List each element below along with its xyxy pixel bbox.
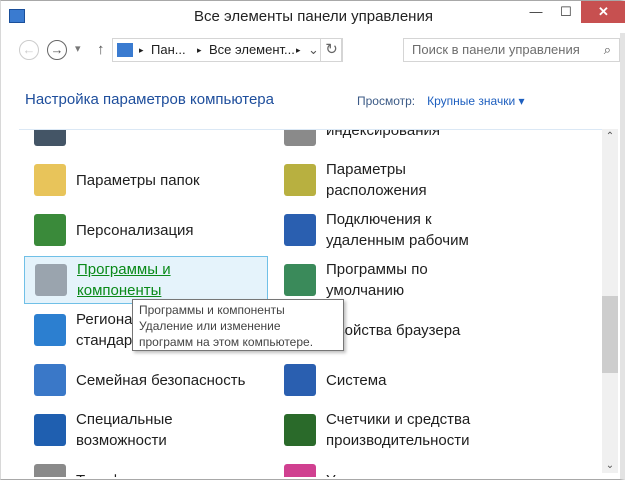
search-icon[interactable]: ⌕: [604, 39, 611, 61]
item-phone[interactable]: Телефон и модем: [24, 456, 268, 477]
item-accessibility[interactable]: Специальные возможности: [24, 406, 268, 454]
up-button[interactable]: ↑: [97, 41, 105, 58]
breadcrumb-separator: ▸: [197, 45, 202, 55]
item-family[interactable]: Семейная безопасность: [24, 356, 268, 404]
item-system[interactable]: Система: [274, 356, 518, 404]
tooltip-title: Программы и компоненты: [139, 303, 285, 317]
window: Все элементы панели управления — ☐ ✕ ← →…: [0, 0, 625, 480]
title-bar: Все элементы панели управления — ☐ ✕: [1, 1, 625, 33]
minimize-button[interactable]: —: [521, 1, 551, 23]
close-button[interactable]: ✕: [581, 1, 625, 23]
forward-button[interactable]: →: [47, 40, 67, 60]
breadcrumb-item[interactable]: Пан...: [151, 39, 186, 61]
tooltip-description: Удаление или изменение программ на этом …: [139, 319, 314, 349]
performance-icon: [284, 414, 316, 446]
item-location[interactable]: Параметры расположения: [274, 156, 518, 204]
maximize-button[interactable]: ☐: [551, 1, 581, 23]
back-button[interactable]: ←: [19, 40, 39, 60]
item-label: Семейная безопасность: [76, 371, 246, 389]
item-label: Параметры папок: [76, 171, 200, 189]
item-folder[interactable]: Параметры папок: [24, 156, 268, 204]
default-programs-icon: [284, 264, 316, 296]
item-color[interactable]: Управление цветом: [274, 456, 518, 477]
item-label: Параметры расположения: [326, 161, 427, 199]
view-selector: Просмотр: Крупные значки ▾: [357, 94, 525, 108]
item-label: Счетчики и средства производительности: [326, 411, 471, 449]
item-label: Система: [326, 371, 387, 389]
item-personalization[interactable]: Персонализация: [24, 206, 268, 254]
folder-icon: [34, 164, 66, 196]
item-remote-desktop[interactable]: Подключения к удаленным рабочим: [274, 206, 518, 254]
scrollbar[interactable]: ⌃ ⌄: [602, 129, 618, 473]
scroll-up-button[interactable]: ⌃: [602, 131, 618, 142]
breadcrumb-separator: ▸: [139, 45, 144, 55]
breadcrumb-separator: ▸: [296, 45, 301, 55]
item-programs[interactable]: Программы и компоненты: [24, 256, 268, 304]
page-title: Настройка параметров компьютера: [25, 91, 274, 108]
phone-icon: [34, 464, 66, 477]
remote-desktop-icon: [284, 214, 316, 246]
system-icon: [284, 364, 316, 396]
item-performance[interactable]: Счетчики и средства производительности: [274, 406, 518, 454]
color-icon: [284, 464, 316, 477]
breadcrumb-item[interactable]: Все элемент...: [209, 39, 295, 61]
partial-icon: [34, 130, 66, 146]
navigation-bar: ← → ▾ ↑ ▸ Пан... ▸ Все элемент... ▸ ⌄ ↻ …: [15, 36, 620, 64]
globe-clock-icon: [34, 314, 66, 346]
family-icon: [34, 364, 66, 396]
item-label: Программы по умолчанию: [326, 261, 428, 299]
item-label: индексирования: [326, 129, 440, 139]
view-dropdown[interactable]: Крупные значки ▾: [427, 94, 524, 108]
item-label: Управление цветом: [326, 470, 463, 478]
item-partial[interactable]: [24, 130, 268, 154]
indexing-icon: [284, 130, 316, 146]
item-label: Программы и компоненты: [77, 261, 171, 299]
personalization-icon: [34, 214, 66, 246]
recent-pages-button[interactable]: ▾: [75, 42, 81, 55]
search-placeholder: Поиск в панели управления: [412, 42, 580, 57]
item-indexing[interactable]: индексирования: [274, 129, 518, 154]
address-bar[interactable]: ▸ Пан... ▸ Все элемент... ▸ ⌄: [112, 38, 342, 62]
item-label: Персонализация: [76, 221, 194, 239]
scroll-down-button[interactable]: ⌄: [602, 460, 618, 471]
item-default-programs[interactable]: Программы по умолчанию: [274, 256, 518, 304]
view-label: Просмотр:: [357, 94, 416, 108]
accessibility-icon: [34, 414, 66, 446]
item-label: Подключения к удаленным рабочим: [326, 211, 469, 249]
tooltip: Программы и компоненты Удаление или изме…: [132, 299, 344, 351]
item-label: Телефон и модем: [76, 470, 201, 478]
refresh-button[interactable]: ↻: [320, 38, 343, 62]
control-panel-icon: [117, 43, 133, 57]
item-label: Свойства браузера: [326, 321, 461, 339]
location-icon: [284, 164, 316, 196]
scrollbar-thumb[interactable]: [602, 296, 618, 373]
item-label: Специальные возможности: [76, 411, 173, 449]
programs-icon: [35, 264, 67, 296]
search-input[interactable]: Поиск в панели управления ⌕: [403, 38, 620, 62]
address-dropdown[interactable]: ⌄: [308, 39, 319, 61]
